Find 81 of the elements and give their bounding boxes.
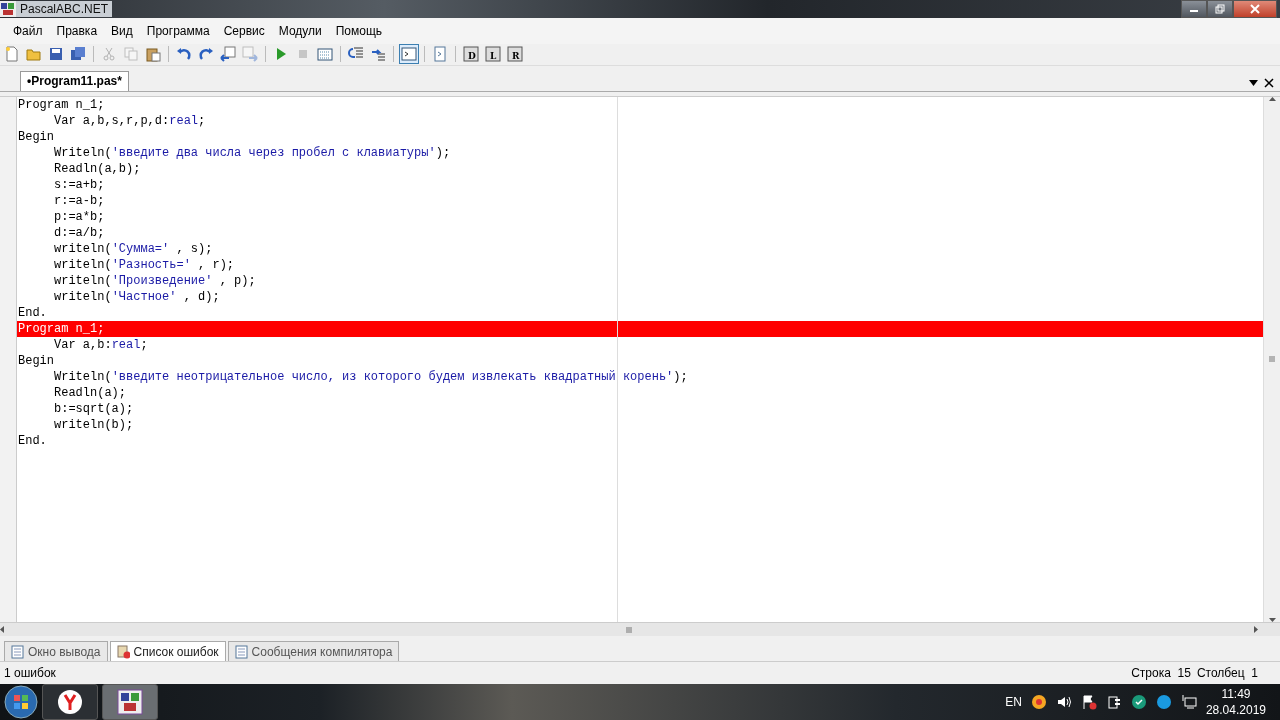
code-line: Writeln('введите два числа через пробел с клавиатуры'); (53, 144, 452, 161)
menu-item[interactable]: Модули (271, 21, 329, 40)
folder-icon (26, 46, 42, 63)
menu-item[interactable]: Помощь (328, 21, 390, 40)
step-over-icon (370, 46, 386, 63)
code-line: d:=a/b; (53, 224, 106, 241)
dropdown-icon[interactable] (1249, 79, 1258, 86)
scroll-right-icon (1254, 626, 1258, 634)
panel-tab[interactable]: Сообщения компилятора (227, 641, 400, 662)
code-line: End. (17, 304, 48, 321)
start-button[interactable] (4, 685, 38, 719)
code-line: Begin (17, 352, 55, 369)
code-line: Readln(a,b); (53, 160, 142, 177)
error-list-icon (116, 644, 130, 659)
flag-icon[interactable] (1080, 694, 1097, 710)
code-line: Readln(a); (53, 384, 128, 401)
clock-date[interactable]: 28.04.2019 (1205, 702, 1266, 718)
message-list-icon (234, 644, 248, 659)
minimize-button[interactable] (1181, 0, 1207, 18)
grip-icon (626, 626, 632, 633)
code-line: Var a,b,s,r,p,d:real; (53, 112, 207, 129)
code-line: Writeln('введите неотрицательное число, из которого будем извлекать квадратный корень'); (53, 368, 689, 385)
taskbar-app[interactable] (42, 684, 98, 720)
restore-icon (1215, 4, 1225, 14)
scroll-up-icon (1268, 96, 1276, 101)
code-line: writeln('Разность=' , r); (53, 256, 236, 273)
maximize-button[interactable] (1207, 0, 1233, 18)
window-title: PascalABC.NET (16, 1, 113, 17)
cursor-position: Столбец 1 (1196, 665, 1258, 683)
code-line: Program n_1; (17, 96, 106, 113)
code-line: s:=a+b; (53, 176, 106, 193)
code-line: writeln(b); (53, 416, 135, 433)
document-arrow-icon (242, 46, 258, 63)
save-all-icon (70, 46, 86, 63)
new-file-icon (4, 46, 20, 63)
language-indicator[interactable]: EN (1005, 693, 1022, 711)
scissors-icon (101, 46, 117, 63)
toolbar-button[interactable]: R (505, 44, 525, 65)
code-line: b:=sqrt(a); (53, 400, 135, 417)
clipboard-icon (145, 46, 161, 63)
network-icon[interactable] (1180, 694, 1197, 710)
code-line: Var a,b:real; (53, 336, 149, 353)
code-line: r:=a-b; (53, 192, 106, 209)
save-icon (48, 46, 64, 63)
code-line: End. (17, 432, 48, 449)
scroll-left-icon (0, 626, 4, 634)
close-button[interactable] (1233, 0, 1277, 18)
vertical-scrollbar[interactable] (1263, 96, 1280, 623)
panel-tab[interactable]: Окно вывода (4, 641, 108, 662)
grip-icon (1269, 356, 1275, 363)
document-arrow-icon (220, 46, 236, 63)
menu-item[interactable]: Вид (104, 21, 140, 40)
app-logo-icon (117, 689, 143, 715)
grid-window-icon (317, 46, 333, 63)
clock-time[interactable]: 11:49 (1205, 686, 1266, 702)
status-text: 1 ошибок (4, 665, 56, 683)
code-line: p:=a*b; (53, 208, 106, 225)
toolbar-button[interactable]: D (461, 44, 481, 65)
menu-item[interactable]: Файл (6, 21, 50, 40)
menu-item[interactable]: Сервис (216, 21, 272, 40)
copy-icon (123, 46, 139, 63)
close-icon (1250, 4, 1260, 14)
close-icon[interactable] (1264, 77, 1274, 88)
cursor-position: Строка 15 (1131, 665, 1191, 683)
volume-icon[interactable] (1055, 694, 1072, 710)
taskbar-app[interactable] (102, 684, 158, 720)
toolbar-button[interactable] (399, 44, 419, 65)
menu-item[interactable]: Правка (49, 21, 105, 40)
menu-item[interactable]: Программа (139, 21, 217, 40)
code-line: writeln('Сумма=' , s); (53, 240, 214, 257)
code-line: Begin (17, 128, 55, 145)
code-line: writeln('Частное' , d); (53, 288, 221, 305)
document-icon (432, 46, 448, 63)
browser-icon (57, 689, 83, 715)
console-window-icon (401, 46, 417, 63)
file-tab[interactable]: •Program11.pas* (20, 70, 129, 91)
code-line: writeln('Произведение' , p); (53, 272, 257, 289)
toolbar-button[interactable]: L (483, 44, 503, 65)
panel-tab[interactable]: Список ошибок (109, 641, 226, 662)
output-window-icon (11, 644, 24, 659)
horizontal-scrollbar[interactable] (0, 622, 1280, 637)
